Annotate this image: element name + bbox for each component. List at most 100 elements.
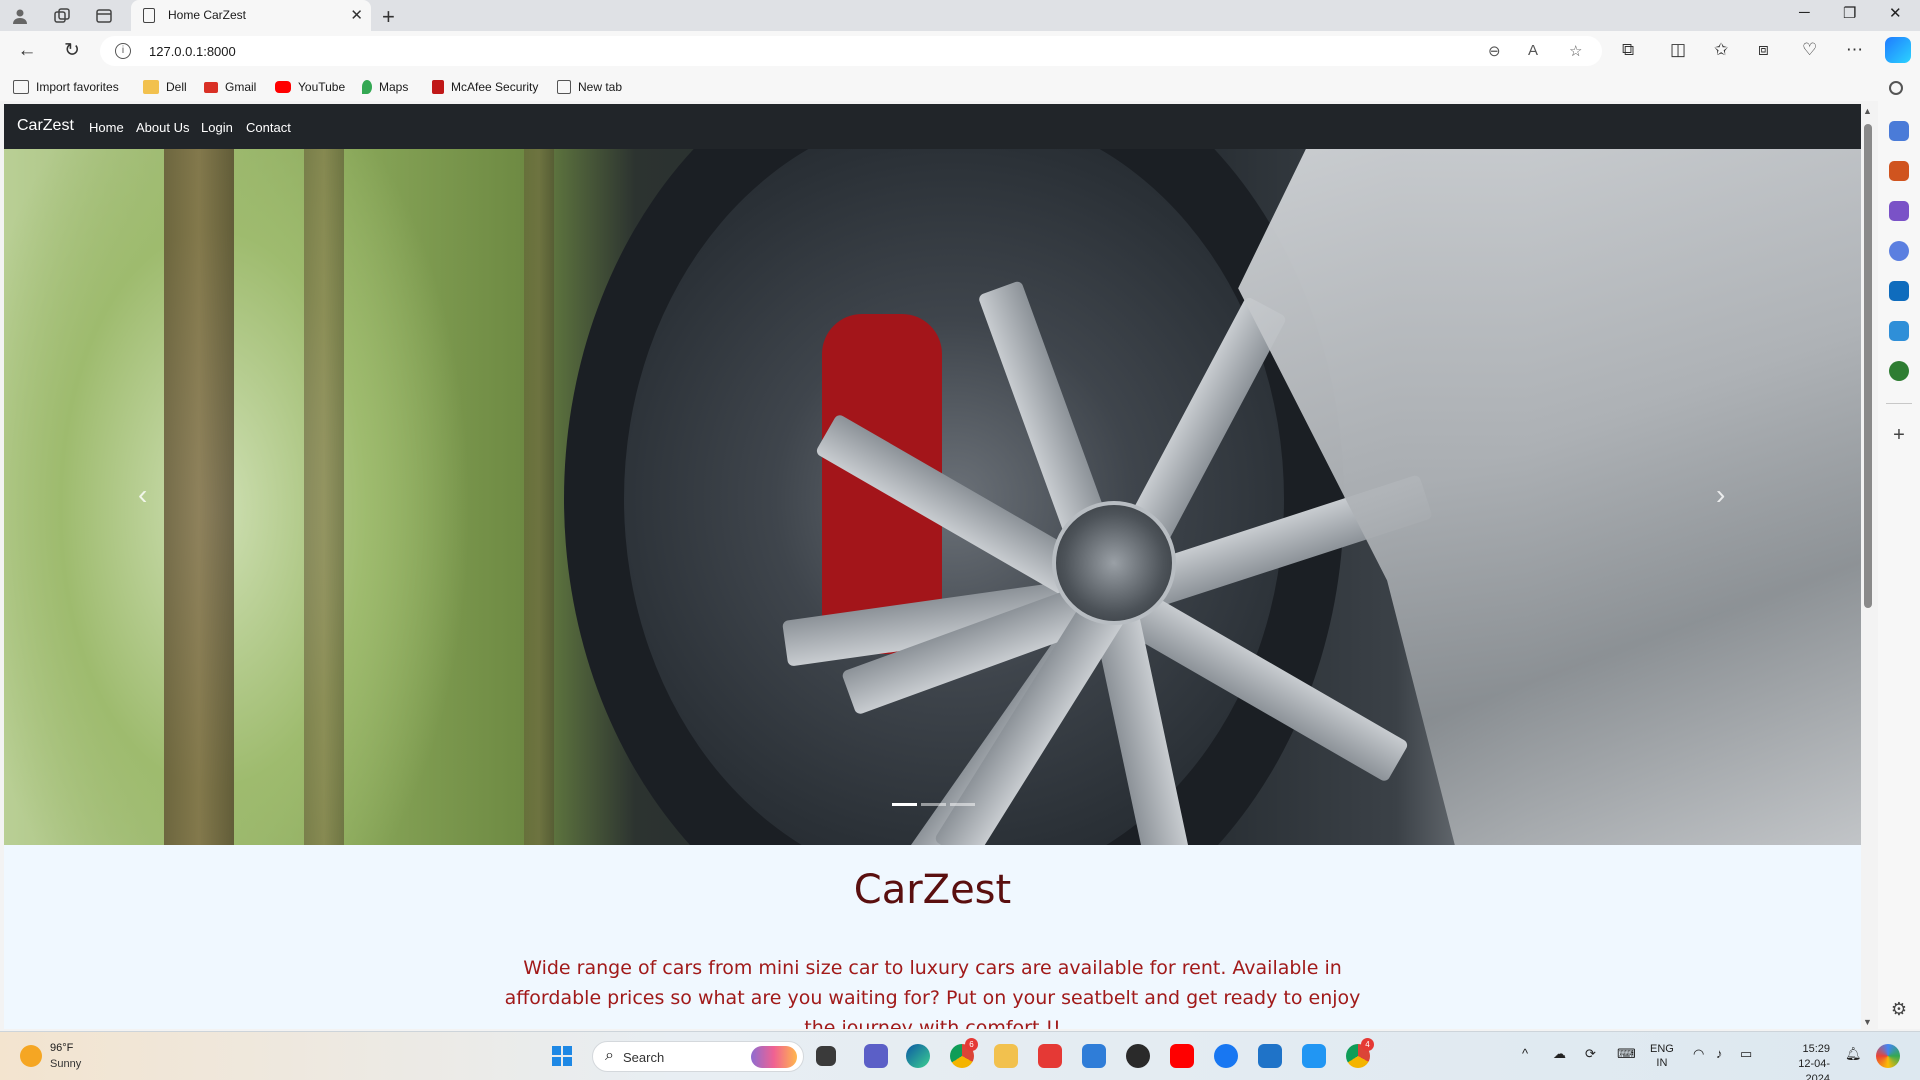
favorite-dell[interactable]: Dell — [143, 78, 187, 96]
site-info-icon[interactable]: i — [115, 43, 131, 59]
tab-home-carzest[interactable]: Home CarZest ✕ — [131, 0, 371, 31]
scroll-down-icon[interactable]: ▼ — [1863, 1017, 1872, 1027]
weather-description[interactable]: Sunny — [50, 1058, 81, 1070]
navbar-brand[interactable]: CarZest — [17, 117, 74, 135]
anydesk-icon[interactable] — [1038, 1044, 1062, 1068]
favorites-icon[interactable]: ✩ — [1714, 40, 1728, 60]
outlook-icon[interactable] — [1889, 281, 1909, 301]
minimize-icon[interactable]: ─ — [1799, 4, 1810, 21]
more-menu-icon[interactable]: ⋯ — [1846, 40, 1863, 60]
weather-sun-icon[interactable] — [20, 1045, 42, 1067]
import-icon — [13, 80, 29, 94]
address-bar[interactable]: i 127.0.0.1:8000 ⊖ A ☆ — [100, 36, 1602, 66]
nav-link-about-us[interactable]: About Us — [136, 120, 189, 135]
youtube-icon — [275, 81, 291, 93]
onedrive-icon[interactable]: ☁ — [1553, 1046, 1566, 1062]
site-navbar: CarZest Home About Us Login Contact — [4, 104, 1861, 149]
browser-essentials-icon[interactable]: ♡ — [1802, 40, 1817, 60]
games-icon[interactable] — [1889, 201, 1909, 221]
carousel-indicator[interactable] — [950, 803, 975, 806]
carousel-indicator[interactable] — [921, 803, 946, 806]
facebook-icon[interactable] — [1214, 1044, 1238, 1068]
split-screen-icon[interactable]: ◫ — [1670, 40, 1686, 60]
tree-icon[interactable] — [1889, 361, 1909, 381]
windows-start-icon[interactable] — [552, 1046, 572, 1066]
favorite-label: Maps — [379, 80, 409, 94]
toolbox-icon[interactable] — [1889, 161, 1909, 181]
favorites-bar: Import favorites Dell Gmail YouTube Maps… — [0, 71, 1920, 101]
workspaces-icon[interactable] — [52, 6, 72, 26]
clock-time: 15:29 — [1802, 1043, 1830, 1055]
tree-trunk — [164, 149, 234, 845]
favorite-gmail[interactable]: Gmail — [204, 78, 256, 96]
zoom-out-icon[interactable]: ⊖ — [1488, 42, 1501, 60]
show-hidden-icons-icon[interactable]: ^ — [1522, 1046, 1528, 1061]
add-icon[interactable]: + — [1889, 425, 1909, 445]
new-tab-button[interactable]: + — [382, 4, 395, 30]
volume-icon[interactable]: ♪ — [1716, 1046, 1723, 1061]
language-indicator[interactable]: ENG IN — [1650, 1042, 1674, 1070]
extensions-icon[interactable]: ⧉ — [1622, 40, 1634, 60]
hero-carousel: ‹ › — [4, 149, 1861, 845]
search-icon[interactable] — [1889, 81, 1903, 95]
nav-link-login[interactable]: Login — [201, 120, 233, 135]
youtube-app-icon[interactable] — [1170, 1044, 1194, 1068]
restore-icon[interactable]: ❐ — [1843, 4, 1856, 22]
favorite-star-icon[interactable]: ☆ — [1569, 42, 1582, 60]
hero-section: CarZest Wide range of cars from mini siz… — [4, 845, 1861, 1029]
edge-icon[interactable] — [906, 1044, 930, 1068]
favorite-youtube[interactable]: YouTube — [275, 78, 345, 96]
collections-icon[interactable]: ⧈ — [1758, 40, 1769, 60]
read-aloud-icon[interactable]: A — [1528, 42, 1538, 59]
taskbar-search[interactable]: ⌕ Search — [592, 1041, 804, 1072]
battery-icon[interactable]: ▭ — [1740, 1046, 1752, 1062]
system-clock[interactable]: 15:29 12-04-2024 — [1774, 1042, 1830, 1080]
send-icon[interactable] — [1889, 321, 1909, 341]
profile-icon[interactable] — [10, 6, 30, 26]
carousel-prev-icon[interactable]: ‹ — [138, 479, 147, 511]
carousel-next-icon[interactable]: › — [1716, 479, 1725, 511]
language-region: IN — [1656, 1057, 1668, 1069]
scroll-up-icon[interactable]: ▲ — [1863, 106, 1872, 116]
favorite-mcafee[interactable]: McAfee Security — [432, 78, 538, 96]
copilot-icon[interactable] — [1885, 37, 1911, 63]
favorite-new-tab[interactable]: New tab — [557, 78, 622, 96]
copilot-sidebar-icon[interactable] — [1889, 241, 1909, 261]
favorite-label: Import favorites — [36, 80, 119, 94]
notification-bell-icon[interactable]: 🔔︎ — [1845, 1046, 1862, 1062]
favorite-label: McAfee Security — [451, 80, 539, 94]
weather-temperature[interactable]: 96°F — [50, 1042, 73, 1054]
refresh-icon[interactable]: ↻ — [61, 40, 83, 62]
favorite-label: Gmail — [225, 80, 257, 94]
file-explorer-icon[interactable] — [994, 1044, 1018, 1068]
keyboard-icon[interactable]: ⌨ — [1617, 1046, 1636, 1062]
scroll-thumb[interactable] — [1864, 124, 1872, 608]
page-scrollbar[interactable]: ▲ ▼ — [1861, 104, 1875, 1029]
notepad-icon[interactable] — [1258, 1044, 1282, 1068]
wifi-icon[interactable]: ◠ — [1693, 1046, 1704, 1062]
favorite-maps[interactable]: Maps — [362, 78, 408, 96]
tree-trunk — [524, 149, 554, 845]
favorite-import[interactable]: Import favorites — [13, 78, 119, 96]
back-icon[interactable]: ← — [16, 40, 38, 62]
dell-icon[interactable] — [1126, 1044, 1150, 1068]
store-icon[interactable] — [1082, 1044, 1106, 1068]
tab-actions-icon[interactable] — [94, 6, 114, 26]
tag-icon[interactable] — [1889, 121, 1909, 141]
settings-icon[interactable]: ⚙ — [1889, 999, 1909, 1019]
nav-link-contact[interactable]: Contact — [246, 120, 291, 135]
copilot-taskbar-icon[interactable] — [1876, 1044, 1900, 1068]
page-viewport: CarZest Home About Us Login Contact ‹ › — [4, 104, 1861, 1029]
close-tab-icon[interactable]: ✕ — [350, 6, 363, 24]
nav-link-home[interactable]: Home — [89, 120, 124, 135]
sync-icon[interactable]: ⟳ — [1585, 1046, 1596, 1062]
tree-trunk — [304, 149, 344, 845]
carousel-indicator[interactable] — [892, 803, 917, 806]
language-code: ENG — [1650, 1043, 1674, 1055]
vscode-icon[interactable] — [1302, 1044, 1326, 1068]
windows-taskbar: 96°F Sunny ⌕ Search 6 4 ^ ☁ ⟳ ⌨ ENG IN ◠… — [0, 1031, 1920, 1080]
teams-icon[interactable] — [864, 1044, 888, 1068]
close-window-icon[interactable]: ✕ — [1889, 4, 1902, 22]
task-view-icon[interactable] — [816, 1046, 836, 1066]
url-text[interactable]: 127.0.0.1:8000 — [149, 44, 236, 59]
